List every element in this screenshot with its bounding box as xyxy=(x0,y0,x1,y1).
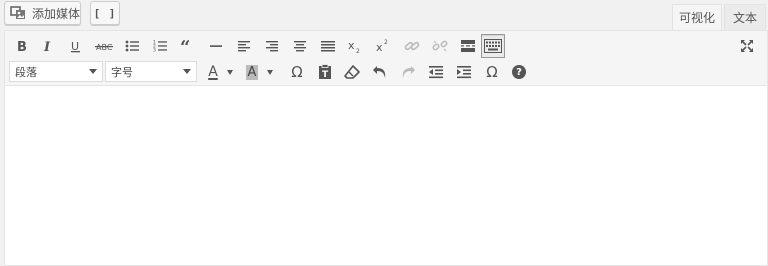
editor-topbar: 添加媒体 [ ] 可视化 文本 xyxy=(0,0,768,30)
numbered-list-icon[interactable]: 123 xyxy=(148,34,172,58)
add-media-button[interactable]: 添加媒体 xyxy=(4,1,81,25)
link-icon[interactable] xyxy=(400,34,424,58)
horizontal-rule-icon[interactable] xyxy=(204,34,228,58)
special-character-2-icon[interactable]: Ω xyxy=(480,60,504,84)
chevron-down-icon xyxy=(227,69,233,75)
fontsize-select-value: 字号 xyxy=(111,65,133,79)
align-center-icon[interactable] xyxy=(288,34,312,58)
redo-icon[interactable] xyxy=(396,60,420,84)
svg-text:I: I xyxy=(43,40,51,53)
blockquote-icon[interactable]: “ xyxy=(176,34,200,58)
format-select-value: 段落 xyxy=(15,65,37,79)
tab-text[interactable]: 文本 xyxy=(724,4,766,30)
undo-icon[interactable] xyxy=(368,60,392,84)
editor-content-area[interactable] xyxy=(5,87,767,265)
subscript-icon[interactable]: x2 xyxy=(344,34,368,58)
svg-text:2: 2 xyxy=(384,39,388,46)
toolbar-toggle-icon[interactable] xyxy=(481,34,505,58)
align-right-icon[interactable] xyxy=(260,34,284,58)
bg-color-glyph: A xyxy=(245,64,259,80)
chevron-down-icon xyxy=(183,69,191,74)
bullet-list-icon[interactable] xyxy=(120,34,144,58)
unlink-icon[interactable] xyxy=(428,34,452,58)
editor-toolbar: B I U ABC 123 “ x 2 x 2 段落 字号 A A Ω T Ω … xyxy=(5,31,767,86)
svg-text:3: 3 xyxy=(153,48,156,54)
svg-text:x: x xyxy=(376,41,383,53)
text-color-icon[interactable]: A xyxy=(203,60,223,84)
svg-text:T: T xyxy=(322,70,329,80)
editor-frame: B I U ABC 123 “ x 2 x 2 段落 字号 A A Ω T Ω … xyxy=(4,30,768,266)
add-media-label: 添加媒体 xyxy=(32,6,81,21)
align-left-icon[interactable] xyxy=(232,34,256,58)
svg-text:x: x xyxy=(348,39,355,52)
svg-text:B: B xyxy=(17,40,27,53)
chevron-down-icon xyxy=(267,69,273,75)
background-color-icon[interactable]: A xyxy=(242,60,262,84)
special-char-glyph: Ω xyxy=(291,63,303,81)
tab-visual[interactable]: 可视化 xyxy=(672,4,722,30)
special-character-icon[interactable]: Ω xyxy=(285,60,309,84)
toolbar-row-2: 段落 字号 A A Ω T Ω ? xyxy=(5,59,765,85)
fontsize-select[interactable]: 字号 xyxy=(105,61,197,82)
svg-text:ABC: ABC xyxy=(96,43,113,52)
help-glyph: ? xyxy=(512,65,526,79)
underline-icon[interactable]: U xyxy=(64,34,88,58)
clear-formatting-icon[interactable] xyxy=(340,60,364,84)
italic-icon[interactable]: I xyxy=(36,34,60,58)
shortcode-button[interactable]: [ ] xyxy=(90,1,120,25)
bold-icon[interactable]: B xyxy=(9,34,33,58)
editor-container: 添加媒体 [ ] 可视化 文本 B I U ABC 1 2 3 “ x 2 x … xyxy=(0,0,768,266)
special-char2-glyph: Ω xyxy=(486,63,498,81)
svg-text:2: 2 xyxy=(356,48,360,53)
tab-visual-label: 可视化 xyxy=(678,11,715,25)
background-color-dropdown[interactable] xyxy=(263,60,277,84)
toolbar-row-1: B I U ABC 123 “ x 2 x 2 xyxy=(5,33,765,59)
justify-icon[interactable] xyxy=(316,34,340,58)
svg-text:“: “ xyxy=(180,39,190,53)
paste-text-icon[interactable]: T xyxy=(313,60,337,84)
tab-text-label: 文本 xyxy=(732,11,757,25)
strikethrough-icon[interactable]: ABC xyxy=(92,34,116,58)
format-select[interactable]: 段落 xyxy=(9,61,103,82)
text-color-dropdown[interactable] xyxy=(223,60,237,84)
help-icon[interactable]: ? xyxy=(507,60,531,84)
read-more-icon[interactable] xyxy=(456,34,480,58)
chevron-down-icon xyxy=(89,69,97,74)
outdent-icon[interactable] xyxy=(424,60,448,84)
text-color-glyph: A xyxy=(208,64,218,80)
media-icon xyxy=(10,5,28,21)
superscript-icon[interactable]: x2 xyxy=(372,34,396,58)
shortcode-label: [ ] xyxy=(93,6,117,20)
indent-icon[interactable] xyxy=(452,60,476,84)
fullscreen-icon[interactable] xyxy=(735,34,759,58)
